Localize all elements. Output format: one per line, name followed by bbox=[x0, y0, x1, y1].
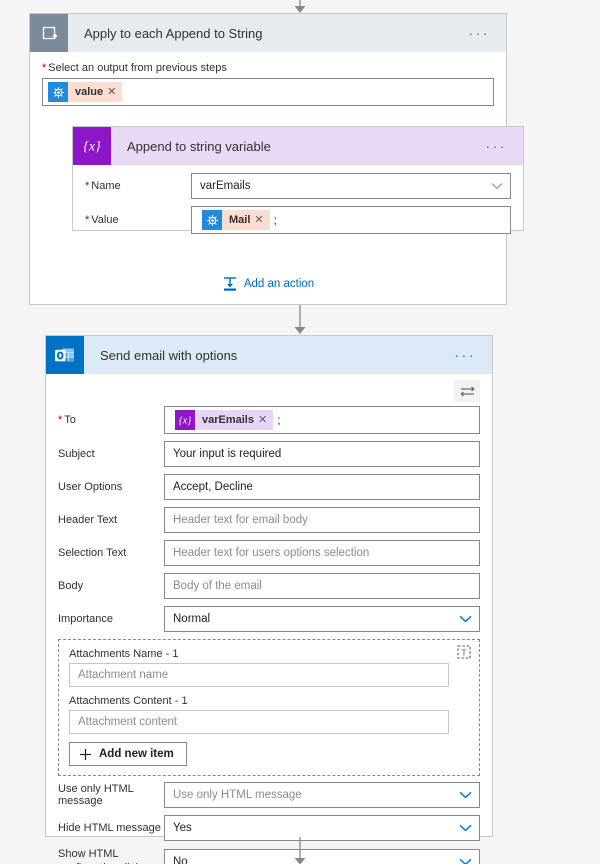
insert-action-icon bbox=[223, 277, 236, 291]
add-an-action-button[interactable]: Add an action bbox=[30, 276, 506, 292]
name-dropdown-input[interactable] bbox=[191, 173, 511, 199]
append-card-body: *Name *Value bbox=[73, 165, 523, 251]
show-html-confirm-label: Show HTML confirmation dialog bbox=[58, 848, 150, 864]
attachments-name-input[interactable] bbox=[69, 663, 449, 687]
token-value[interactable]: value ✕ bbox=[48, 82, 123, 102]
header-text-field-label: Header Text bbox=[58, 514, 118, 526]
close-icon[interactable]: ✕ bbox=[254, 210, 270, 230]
apply-to-each-card[interactable]: Apply to each Append to String ··· * Sele… bbox=[29, 13, 524, 305]
outlook-icon bbox=[46, 336, 84, 374]
hide-html-dropdown[interactable] bbox=[164, 815, 480, 841]
attachments-content-label: Attachments Content - 1 bbox=[69, 695, 188, 707]
connector-top bbox=[0, 0, 600, 14]
required-asterisk: * bbox=[42, 62, 47, 74]
sharepoint-icon bbox=[202, 210, 222, 230]
value-field-label: * Value bbox=[85, 214, 119, 226]
header-text-input[interactable] bbox=[164, 507, 480, 533]
field-row-user-options: User Options bbox=[58, 474, 480, 500]
plus-icon bbox=[80, 748, 91, 760]
field-row-use-only-html: Use only HTML message bbox=[58, 782, 480, 808]
close-icon[interactable]: ✕ bbox=[107, 82, 123, 102]
field-row-value: * Value Mail ✕ ; bbox=[85, 206, 511, 234]
attachments-group: T Attachments Name - 1 Attachments Conte… bbox=[58, 639, 480, 776]
switch-to-text-mode-icon[interactable]: T bbox=[457, 645, 471, 662]
field-row-importance: Importance bbox=[58, 606, 480, 632]
token-varemails[interactable]: {x} varEmails ✕ bbox=[175, 410, 274, 430]
field-row-show-html-confirm: Show HTML confirmation dialog bbox=[58, 848, 480, 864]
connector-middle bbox=[0, 305, 600, 335]
name-field-label: * Name bbox=[85, 180, 121, 192]
value-trailing-text: ; bbox=[273, 213, 277, 227]
close-icon[interactable]: ✕ bbox=[257, 410, 274, 430]
value-token-input[interactable]: Mail ✕ ; bbox=[191, 206, 511, 234]
selection-text-field-label: Selection Text bbox=[58, 547, 127, 559]
apply-to-each-menu-button[interactable]: ··· bbox=[461, 26, 507, 40]
required-asterisk: * bbox=[58, 414, 63, 426]
flow-designer-canvas: Apply to each Append to String ··· * Sele… bbox=[0, 0, 600, 864]
to-trailing-text: ; bbox=[277, 413, 281, 427]
apply-to-each-body: * Select an output from previous steps va… bbox=[30, 52, 506, 106]
svg-text:T: T bbox=[461, 648, 466, 658]
user-options-input[interactable] bbox=[164, 474, 480, 500]
send-email-title: Send email with options bbox=[100, 347, 238, 363]
use-only-html-dropdown[interactable] bbox=[164, 782, 480, 808]
attachments-name-label: Attachments Name - 1 bbox=[69, 648, 179, 660]
field-row-hide-html: Hide HTML message bbox=[58, 815, 480, 841]
importance-field-label: Importance bbox=[58, 613, 114, 625]
svg-text:{x}: {x} bbox=[179, 416, 191, 427]
token-mail[interactable]: Mail ✕ bbox=[202, 210, 270, 230]
field-row-subject: Subject bbox=[58, 441, 480, 467]
append-to-string-variable-card[interactable]: {x} Append to string variable ··· *Name bbox=[72, 126, 524, 234]
field-row-to: * To {x} varEmails ✕ ; bbox=[58, 406, 480, 434]
loop-foreach-icon bbox=[30, 14, 68, 52]
token-value-label: value bbox=[68, 82, 108, 102]
arrow-down-icon bbox=[294, 305, 306, 334]
attachments-content-input[interactable] bbox=[69, 710, 449, 734]
user-options-field-label: User Options bbox=[58, 481, 123, 493]
add-an-action-label: Add an action bbox=[243, 278, 315, 290]
hide-html-label: Hide HTML message bbox=[58, 822, 161, 834]
to-field-label: * To bbox=[58, 414, 76, 426]
use-only-html-label: Use only HTML message bbox=[58, 783, 134, 807]
subject-input[interactable] bbox=[164, 441, 480, 467]
select-output-input[interactable]: value ✕ bbox=[42, 78, 494, 106]
field-row-body: Body bbox=[58, 573, 480, 599]
svg-text:{x}: {x} bbox=[83, 140, 101, 155]
variable-icon: {x} bbox=[73, 127, 111, 165]
send-email-body: * To {x} varEmails ✕ ; Subject Your inpu… bbox=[46, 374, 492, 864]
add-new-item-label: Add new item bbox=[99, 748, 174, 760]
selection-text-input[interactable] bbox=[164, 540, 480, 566]
send-email-with-options-card[interactable]: Send email with options ··· * To {x} var… bbox=[45, 335, 493, 864]
required-asterisk: * bbox=[85, 180, 90, 192]
importance-dropdown[interactable] bbox=[164, 606, 480, 632]
append-card-header[interactable]: {x} Append to string variable ··· bbox=[73, 127, 523, 165]
field-row-selection-text: Selection Text bbox=[58, 540, 480, 566]
subject-field-label: Subject bbox=[58, 448, 95, 460]
to-token-input[interactable]: {x} varEmails ✕ ; bbox=[164, 406, 480, 434]
apply-to-each-header[interactable]: Apply to each Append to String ··· bbox=[30, 14, 506, 52]
send-email-header[interactable]: Send email with options ··· bbox=[46, 336, 492, 374]
add-new-item-button[interactable]: Add new item bbox=[69, 742, 187, 766]
email-toolbar bbox=[58, 380, 480, 402]
apply-to-each-title: Apply to each Append to String bbox=[84, 25, 263, 41]
select-output-label: * Select an output from previous steps bbox=[42, 62, 227, 74]
arrow-down-icon bbox=[294, 0, 306, 13]
body-input[interactable] bbox=[164, 573, 480, 599]
sliders-settings-icon[interactable] bbox=[454, 380, 480, 402]
token-mail-label: Mail bbox=[222, 210, 255, 230]
field-row-header-text: Header Text bbox=[58, 507, 480, 533]
send-email-menu-button[interactable]: ··· bbox=[447, 348, 493, 362]
sharepoint-icon bbox=[48, 82, 68, 102]
append-card-menu-button[interactable]: ··· bbox=[478, 139, 524, 153]
token-varemails-label: varEmails bbox=[195, 410, 258, 430]
variable-icon: {x} bbox=[175, 410, 195, 430]
required-asterisk: * bbox=[85, 214, 90, 226]
show-html-confirm-dropdown[interactable] bbox=[164, 848, 480, 864]
body-field-label: Body bbox=[58, 580, 84, 592]
field-row-name: * Name bbox=[85, 173, 511, 199]
append-card-title: Append to string variable bbox=[127, 138, 271, 154]
